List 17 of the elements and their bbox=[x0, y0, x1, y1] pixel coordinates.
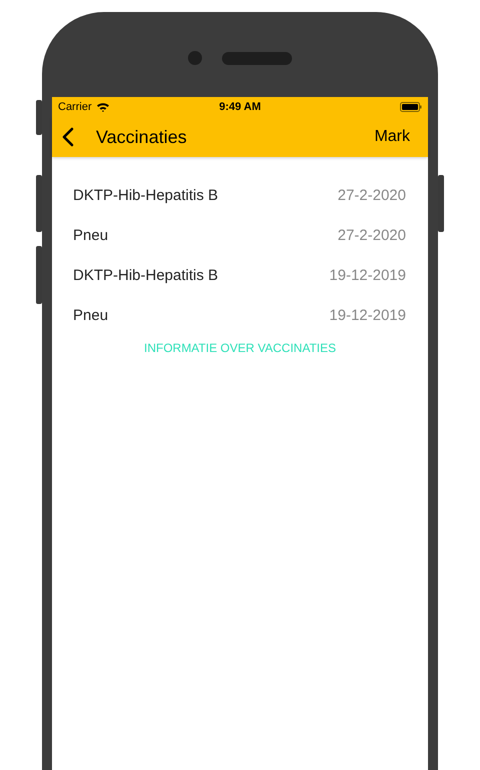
vaccine-name: Pneu bbox=[73, 306, 108, 324]
vaccine-name: Pneu bbox=[73, 226, 108, 244]
vaccination-date: 19-12-2019 bbox=[329, 306, 406, 324]
vaccination-date: 27-2-2020 bbox=[338, 186, 406, 204]
battery-icon bbox=[400, 102, 422, 112]
vaccination-date: 27-2-2020 bbox=[338, 226, 406, 244]
vaccination-date: 19-12-2019 bbox=[329, 266, 406, 284]
screen-title: Vaccinaties bbox=[96, 126, 187, 148]
vaccine-name: DKTP-Hib-Hepatitis B bbox=[73, 186, 218, 204]
speaker-grille bbox=[222, 52, 292, 65]
back-icon[interactable] bbox=[62, 127, 74, 147]
clock-time: 9:49 AM bbox=[219, 101, 261, 113]
user-name[interactable]: Mark bbox=[374, 128, 410, 146]
camera-icon bbox=[188, 51, 202, 65]
vaccine-name: DKTP-Hib-Hepatitis B bbox=[73, 266, 218, 284]
carrier-label: Carrier bbox=[58, 101, 92, 113]
wifi-icon bbox=[96, 102, 110, 112]
